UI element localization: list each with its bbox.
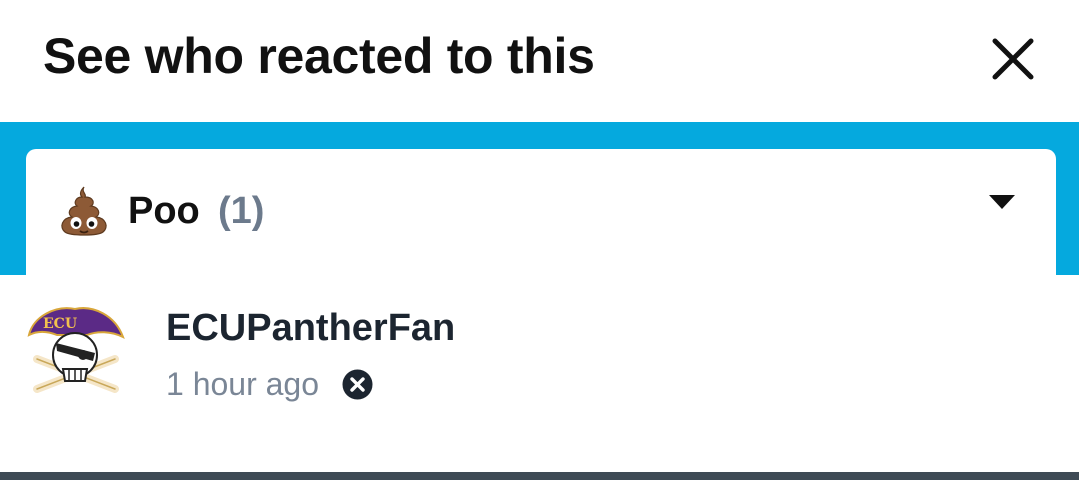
close-button[interactable] [984, 30, 1042, 88]
modal-header: See who reacted to this [0, 0, 1079, 122]
reactor-list: ECU ECUPantherFan 1 hour ago [0, 275, 1079, 472]
avatar[interactable]: ECU [23, 297, 129, 403]
caret-down-icon [989, 195, 1015, 209]
reaction-count: (1) [218, 190, 265, 232]
footer-bar [0, 472, 1079, 480]
modal-title: See who reacted to this [43, 28, 595, 84]
reactor-username[interactable]: ECUPantherFan [166, 305, 455, 351]
remove-reaction-icon[interactable] [342, 369, 373, 400]
reaction-timestamp: 1 hour ago [166, 366, 320, 402]
pile-of-poo-icon [61, 186, 107, 236]
close-icon [992, 38, 1034, 80]
reaction-filter-dropdown[interactable]: Poo (1) [26, 149, 1056, 289]
svg-text:ECU: ECU [43, 316, 77, 332]
reaction-name: Poo [128, 190, 200, 232]
